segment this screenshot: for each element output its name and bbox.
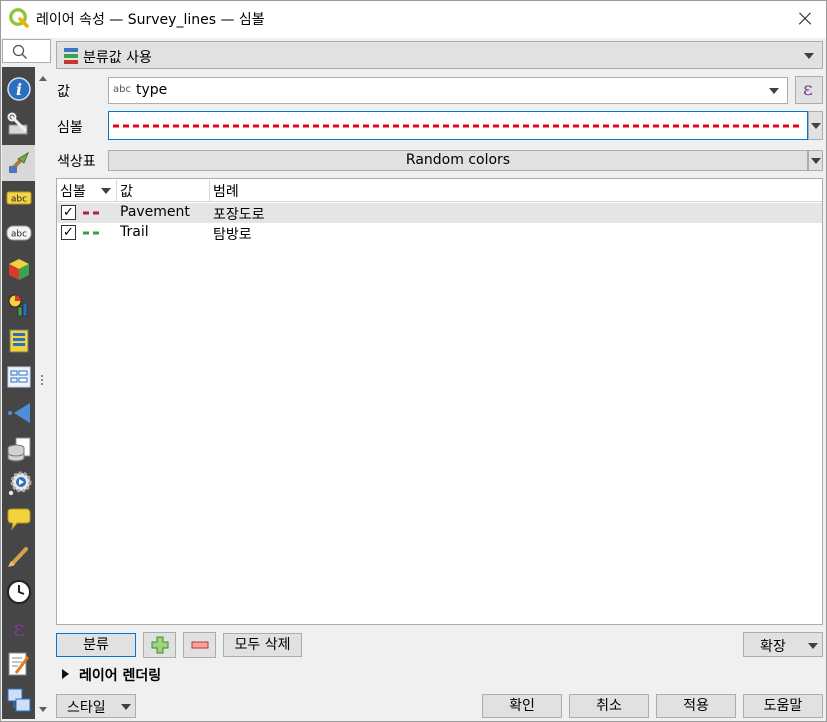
svg-text:abc: abc [11, 230, 27, 240]
row-value: Trail [120, 224, 149, 240]
labels-abc-icon[interactable]: abc [6, 185, 32, 211]
chevron-down-icon [808, 643, 818, 649]
search-icon [12, 44, 28, 60]
plus-icon [151, 636, 169, 654]
row-value: Pavement [120, 204, 190, 220]
delete-all-button[interactable]: 모두 삭제 [223, 633, 302, 657]
minus-icon [191, 641, 209, 649]
chevron-down-icon [121, 704, 131, 710]
paintbrush-icon[interactable] [6, 543, 32, 569]
dashed-line-symbol-preview [113, 124, 803, 128]
table-row[interactable]: ✓ Trail 탐방로 [57, 223, 822, 243]
column-header-value[interactable]: 값 [120, 181, 133, 201]
chevron-down-icon [811, 158, 821, 164]
scroll-down-arrow-icon[interactable] [39, 707, 47, 712]
field-type-hint: abc [113, 84, 131, 95]
row-symbol-swatch[interactable] [82, 211, 100, 215]
advanced-label: 확장 [760, 639, 786, 655]
fields-table-icon[interactable] [6, 328, 32, 354]
colorramp-button[interactable]: Random colors [108, 150, 808, 171]
symbology-brush-icon[interactable] [6, 149, 32, 175]
sidebar: i abc abc ε [2, 67, 35, 719]
form-icon[interactable] [6, 364, 32, 390]
svg-text:i: i [16, 80, 22, 99]
row-symbol-swatch[interactable] [82, 231, 100, 235]
expand-arrow-icon[interactable] [61, 668, 70, 680]
ok-button[interactable]: 확인 [482, 694, 562, 718]
joins-icon[interactable] [6, 400, 32, 426]
row-legend: 탐방로 [213, 227, 252, 243]
renderer-selected-label: 분류값 사용 [83, 50, 152, 66]
expression-button[interactable]: ε [795, 76, 823, 104]
table-row[interactable]: ✓ Pavement 포장도로 [57, 203, 822, 223]
colorramp-label: 색상표 [57, 154, 96, 170]
sort-down-icon [101, 188, 111, 194]
dependencies-icon[interactable] [6, 687, 32, 713]
svg-text:ε: ε [13, 617, 24, 641]
database-icon[interactable] [6, 436, 32, 462]
row-visibility-checkbox[interactable]: ✓ [61, 205, 76, 220]
symbol-menu-button[interactable] [808, 111, 823, 140]
cancel-button[interactable]: 취소 [569, 694, 649, 718]
help-button[interactable]: 도움말 [743, 694, 823, 718]
classes-table[interactable] [56, 178, 823, 625]
actions-gear-icon[interactable] [6, 471, 32, 497]
table-header [57, 179, 822, 202]
chevron-down-icon [811, 123, 821, 129]
qgis-logo-icon [9, 8, 29, 28]
row-visibility-checkbox[interactable]: ✓ [61, 225, 76, 240]
clock-icon[interactable] [6, 579, 32, 605]
apply-button[interactable]: 적용 [656, 694, 736, 718]
splitter-handle[interactable] [41, 375, 43, 385]
epsilon-icon: ε [803, 78, 813, 100]
close-button[interactable] [790, 4, 820, 34]
colorramp-value: Random colors [405, 152, 511, 168]
svg-text:abc: abc [11, 195, 27, 205]
sidebar-scrollbar[interactable] [35, 67, 51, 719]
column-header-symbol[interactable]: 심볼 [60, 181, 86, 201]
diagram-icon[interactable] [6, 292, 32, 318]
epsilon-icon[interactable]: ε [6, 615, 32, 641]
scroll-up-arrow-icon[interactable] [39, 76, 47, 81]
value-label: 값 [57, 84, 70, 100]
renderer-combobox[interactable]: 분류값 사용 [56, 41, 823, 69]
add-class-button[interactable] [143, 632, 176, 658]
masks-abc-icon[interactable]: abc [6, 220, 32, 246]
source-wrench-icon[interactable] [6, 112, 32, 138]
symbol-preview-button[interactable] [108, 111, 808, 140]
speech-bubble-icon[interactable] [6, 507, 32, 533]
value-field-combobox[interactable]: abc type [108, 77, 788, 104]
classify-button[interactable]: 분류 [56, 633, 136, 657]
value-field-text: type [136, 82, 168, 98]
layer-rendering-section-title[interactable]: 레이어 렌더링 [79, 665, 161, 685]
info-icon[interactable]: i [6, 76, 32, 102]
colorramp-menu-button[interactable] [808, 150, 823, 171]
cube-3d-icon[interactable] [6, 256, 32, 282]
symbol-label: 심볼 [57, 120, 83, 136]
window-title: 레이어 속성 — Survey_lines — 심볼 [36, 12, 265, 28]
remove-class-button[interactable] [183, 632, 216, 658]
advanced-button[interactable]: 확장 [743, 632, 823, 657]
style-menu-button[interactable]: 스타일 [56, 694, 136, 718]
column-divider [209, 180, 210, 201]
column-header-legend[interactable]: 범례 [213, 181, 239, 201]
style-label: 스타일 [67, 700, 106, 716]
metadata-pencil-icon[interactable] [6, 651, 32, 677]
row-legend: 포장도로 [213, 207, 265, 223]
chevron-down-icon [804, 53, 814, 59]
categorized-renderer-icon [64, 48, 78, 64]
column-divider [116, 180, 117, 201]
chevron-down-icon [769, 88, 779, 94]
